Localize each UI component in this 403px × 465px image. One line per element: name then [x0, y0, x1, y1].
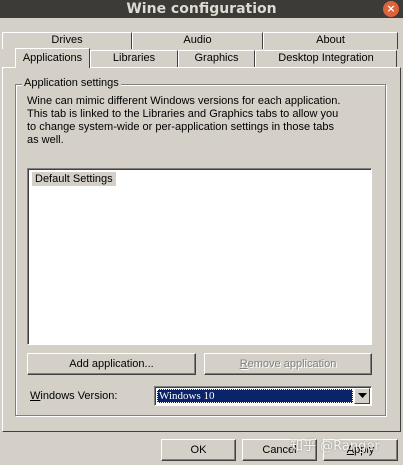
tab-libraries-label: Libraries [112, 52, 156, 64]
tab-audio[interactable]: Audio [132, 32, 263, 49]
ok-button[interactable]: OK [161, 439, 236, 461]
group-title: Application settings [22, 77, 121, 89]
add-application-ellipsis: ... [144, 358, 154, 370]
dropdown-button[interactable] [354, 388, 370, 404]
description-text: Wine can mimic different Windows version… [27, 95, 377, 147]
window-title: Wine configuration [126, 1, 277, 17]
add-application-button[interactable]: Add application... [27, 353, 196, 375]
description-line: as well. [27, 134, 64, 146]
description-line: Wine can mimic different Windows version… [27, 95, 341, 107]
tab-about-label: About [316, 34, 345, 46]
tab-applications-label: Applications [22, 52, 83, 64]
remove-mnemonic: R [239, 358, 248, 370]
close-button[interactable]: × [383, 1, 399, 17]
tab-audio-label: Audio [183, 34, 212, 46]
tab-graphics[interactable]: Graphics [178, 50, 255, 67]
description-line: to change system-wide or per-application… [27, 121, 334, 133]
windows-version-select[interactable]: Windows 10 [154, 386, 372, 406]
add-application-label: Add application [69, 358, 145, 370]
remove-application-label: emove application [247, 358, 337, 370]
tab-graphics-label: Graphics [194, 52, 239, 64]
tab-drives[interactable]: Drives [2, 32, 132, 49]
remove-application-button[interactable]: Remove application [204, 353, 372, 375]
list-item-default-settings[interactable]: Default Settings [32, 172, 116, 186]
close-icon: × [386, 2, 396, 15]
tab-desktop-integration-label: Desktop Integration [278, 52, 374, 64]
description-line: This tab is linked to the Libraries and … [27, 108, 339, 120]
tab-applications[interactable]: Applications [15, 48, 90, 70]
tab-about[interactable]: About [263, 32, 398, 49]
tab-libraries[interactable]: Libraries [90, 50, 178, 67]
windows-version-mnemonic: W [30, 390, 41, 402]
tab-drives-label: Drives [51, 34, 83, 46]
tab-desktop-integration[interactable]: Desktop Integration [255, 50, 397, 67]
windows-version-value: Windows 10 [157, 389, 353, 403]
ok-label: OK [190, 444, 207, 456]
application-list[interactable]: Default Settings [27, 168, 372, 345]
windows-version-label-text: indows Version: [40, 390, 118, 402]
windows-version-label: Windows Version: [30, 390, 117, 402]
chevron-down-icon [358, 393, 367, 398]
title-bar: Wine configuration × [0, 0, 403, 18]
watermark: 知乎 @Ranger [290, 439, 380, 454]
